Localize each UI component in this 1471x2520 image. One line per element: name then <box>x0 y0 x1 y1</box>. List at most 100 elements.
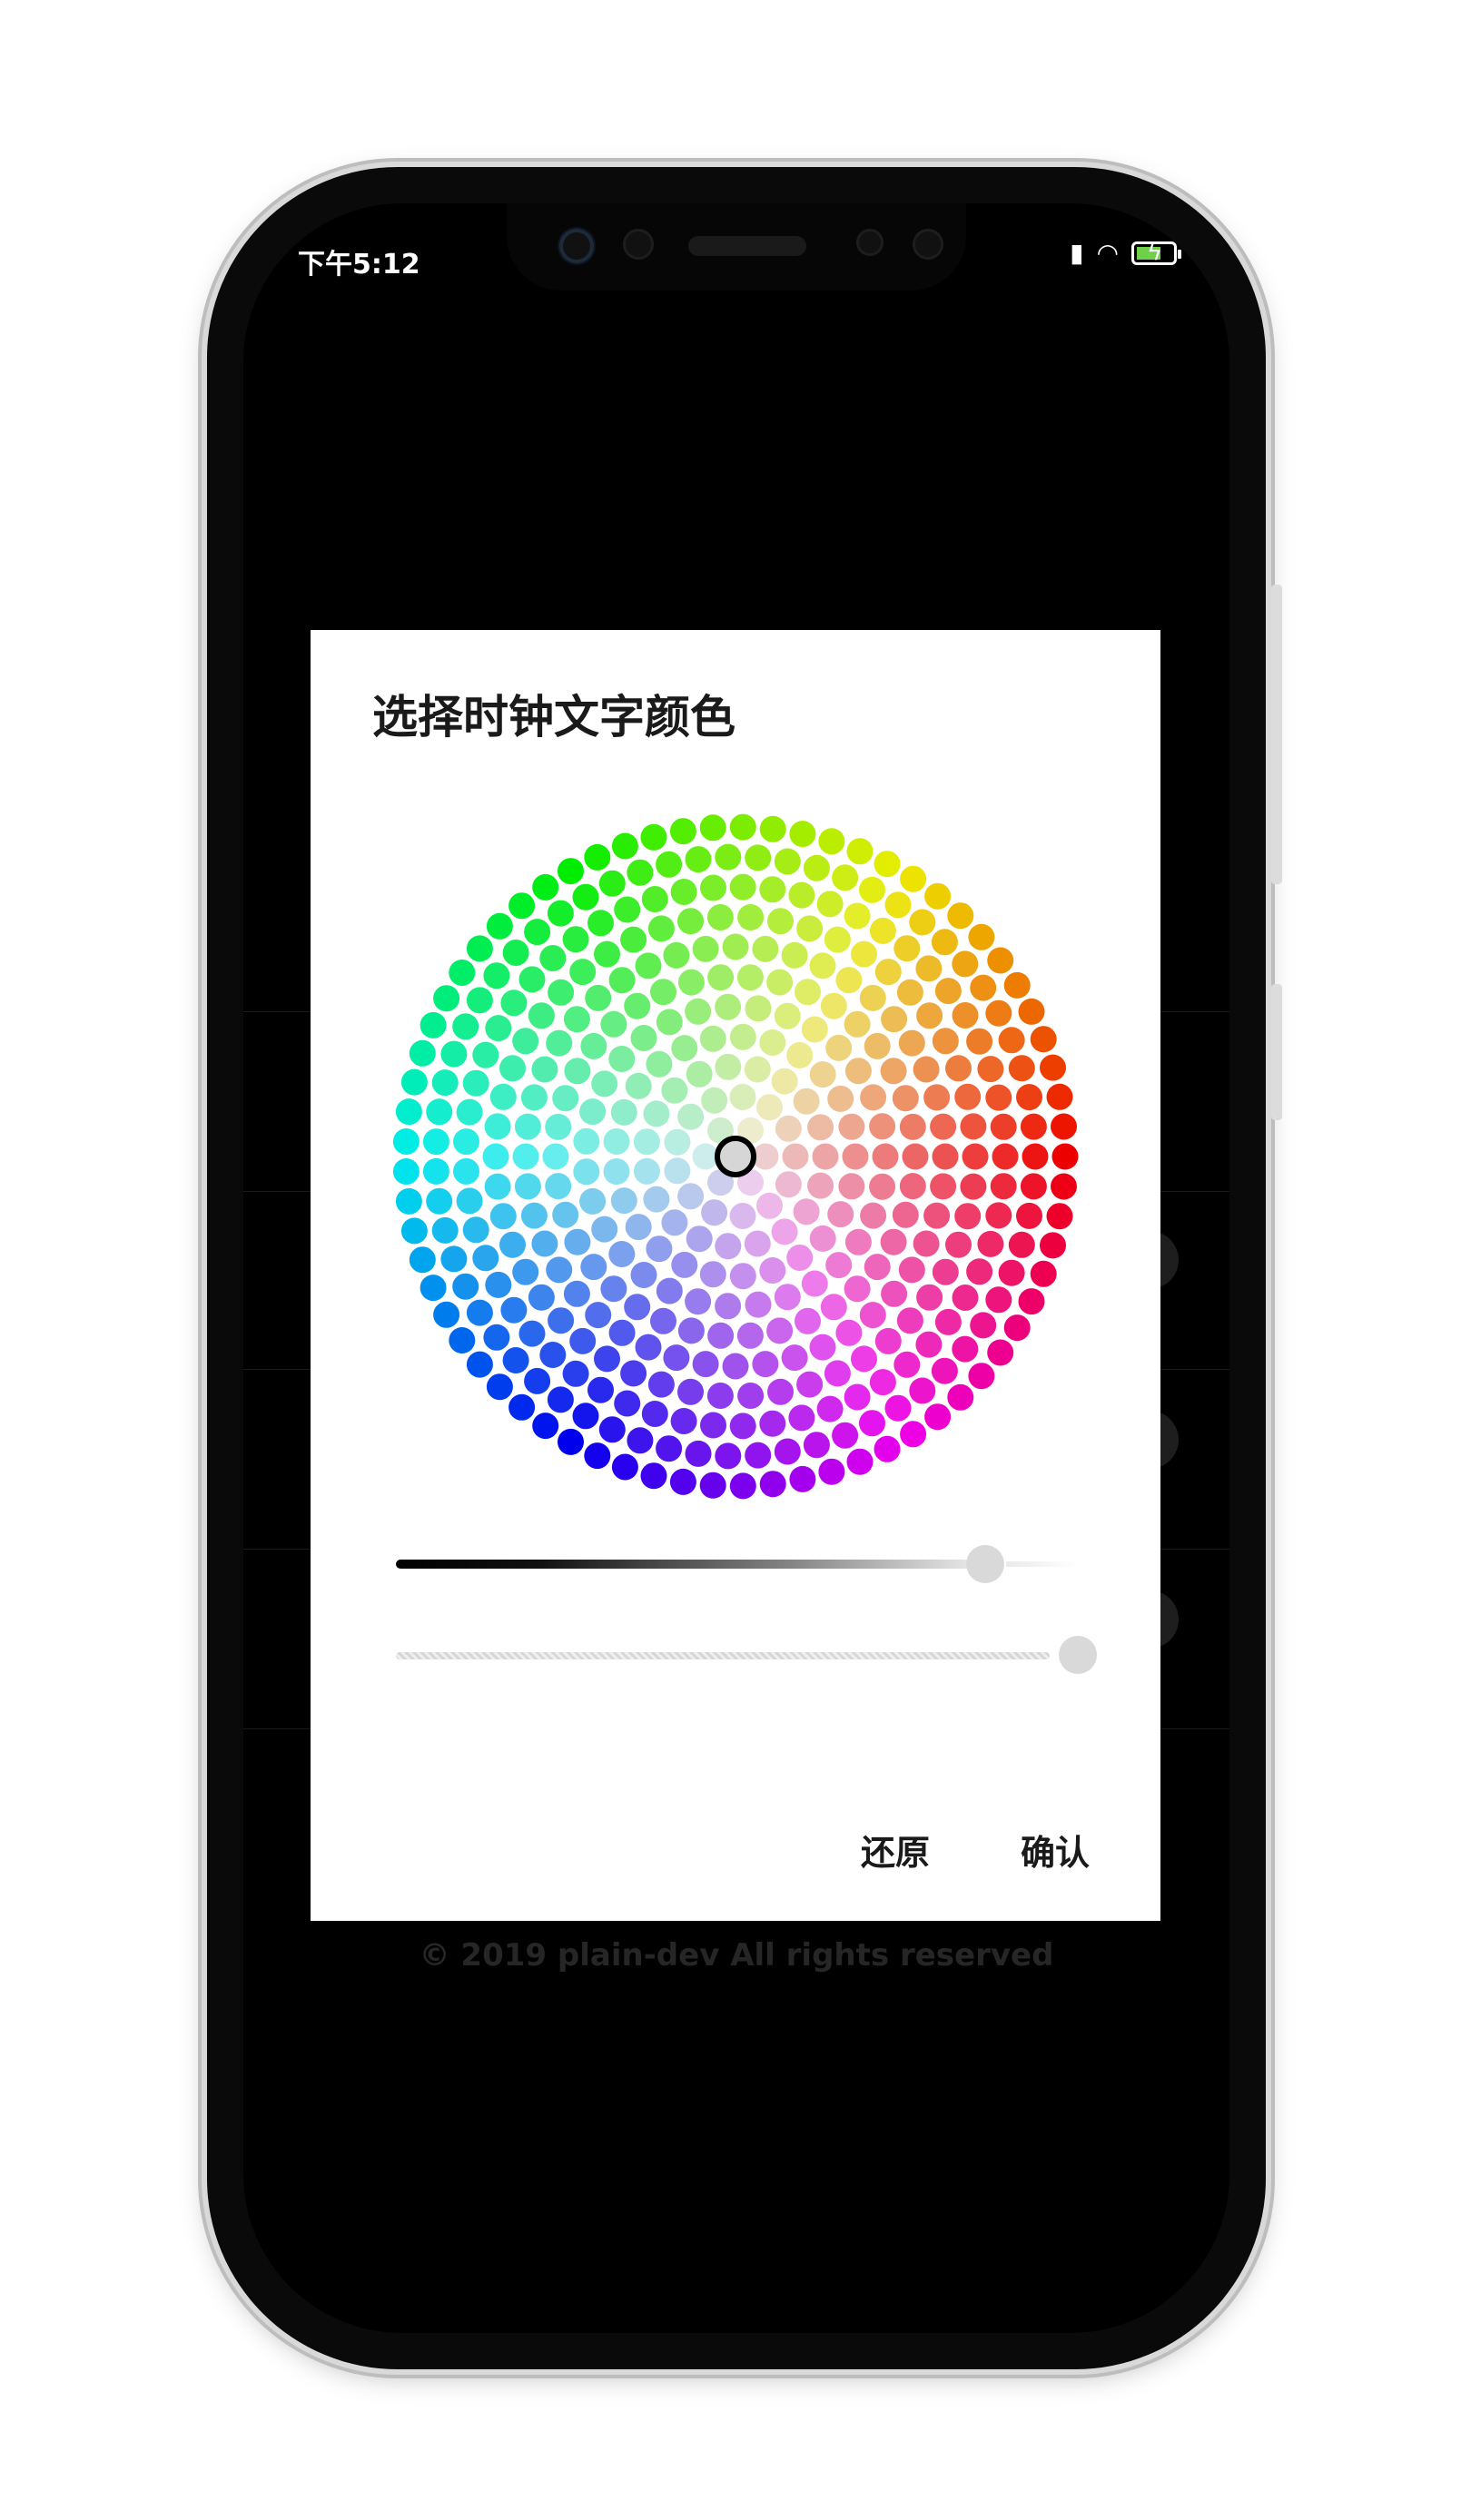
color-swatch-dot[interactable] <box>677 1378 704 1405</box>
color-swatch-dot[interactable] <box>486 912 513 940</box>
color-swatch-dot[interactable] <box>909 909 936 936</box>
color-swatch-dot[interactable] <box>864 1032 891 1059</box>
color-swatch-dot[interactable] <box>869 1369 896 1396</box>
color-swatch-dot[interactable] <box>482 1143 509 1170</box>
color-swatch-dot[interactable] <box>462 1216 489 1244</box>
color-swatch-dot[interactable] <box>630 1025 657 1051</box>
color-swatch-dot[interactable] <box>431 1069 459 1097</box>
color-swatch-dot[interactable] <box>484 1113 511 1140</box>
color-swatch-dot[interactable] <box>736 1322 764 1349</box>
color-swatch-dot[interactable] <box>656 1435 683 1462</box>
color-swatch-dot[interactable] <box>1003 971 1031 999</box>
color-swatch-dot[interactable] <box>860 1084 887 1111</box>
color-swatch-dot[interactable] <box>803 1432 830 1459</box>
color-swatch-dot[interactable] <box>900 1421 927 1448</box>
alpha-slider-thumb[interactable] <box>1059 1636 1097 1674</box>
color-swatch-dot[interactable] <box>947 902 974 930</box>
color-swatch-dot[interactable] <box>729 1472 756 1500</box>
color-swatch-dot[interactable] <box>608 1046 636 1072</box>
color-swatch-dot[interactable] <box>614 1390 641 1417</box>
color-swatch-dot[interactable] <box>744 1230 771 1257</box>
color-swatch-dot[interactable] <box>420 1275 447 1302</box>
color-swatch-dot[interactable] <box>771 1068 798 1095</box>
color-swatch-dot[interactable] <box>931 1357 958 1384</box>
color-swatch-dot[interactable] <box>624 1294 651 1321</box>
color-swatch-dot[interactable] <box>489 1203 517 1230</box>
color-swatch-dot[interactable] <box>539 945 567 971</box>
color-swatch-dot[interactable] <box>670 879 697 905</box>
color-swatch-dot[interactable] <box>677 908 704 935</box>
color-swatch-dot[interactable] <box>700 1412 726 1439</box>
color-swatch-dot[interactable] <box>512 1143 539 1170</box>
color-swatch-dot[interactable] <box>608 1319 636 1346</box>
color-swatch-dot[interactable] <box>558 1428 584 1455</box>
color-swatch-dot[interactable] <box>992 1143 1019 1170</box>
color-swatch-dot[interactable] <box>400 1068 428 1096</box>
color-swatch-dot[interactable] <box>1020 1113 1047 1140</box>
color-swatch-dot[interactable] <box>737 1383 765 1409</box>
color-swatch-dot[interactable] <box>633 1157 660 1185</box>
color-swatch-dot[interactable] <box>627 1427 654 1454</box>
color-swatch-dot[interactable] <box>598 870 626 897</box>
color-swatch-dot[interactable] <box>466 1351 493 1378</box>
color-swatch-dot[interactable] <box>893 1351 921 1378</box>
color-swatch-dot[interactable] <box>715 843 742 871</box>
color-swatch-dot[interactable] <box>1046 1203 1073 1230</box>
color-swatch-dot[interactable] <box>998 1027 1025 1054</box>
color-swatch-dot[interactable] <box>825 1034 853 1061</box>
color-swatch-dot[interactable] <box>987 1339 1014 1366</box>
color-swatch-dot[interactable] <box>781 941 808 969</box>
color-wheel[interactable] <box>390 812 1081 1501</box>
color-swatch-dot[interactable] <box>966 1258 993 1285</box>
color-swatch-dot[interactable] <box>1051 1173 1077 1200</box>
color-swatch-dot[interactable] <box>433 985 460 1012</box>
brightness-slider-thumb[interactable] <box>965 1545 1004 1583</box>
color-swatch-dot[interactable] <box>449 1327 476 1354</box>
color-swatch-dot[interactable] <box>584 843 611 871</box>
color-swatch-dot[interactable] <box>671 1251 698 1278</box>
color-swatch-dot[interactable] <box>820 992 847 1019</box>
color-swatch-dot[interactable] <box>899 1173 926 1200</box>
color-swatch-dot[interactable] <box>547 900 574 927</box>
color-swatch-dot[interactable] <box>775 1115 802 1142</box>
color-swatch-dot[interactable] <box>1046 1083 1073 1110</box>
color-swatch-dot[interactable] <box>608 967 636 994</box>
color-swatch-dot[interactable] <box>960 1173 987 1200</box>
color-swatch-dot[interactable] <box>600 1275 627 1303</box>
color-swatch-dot[interactable] <box>915 1331 943 1358</box>
color-swatch-dot[interactable] <box>669 1468 696 1495</box>
color-swatch-dot[interactable] <box>809 1225 836 1252</box>
color-swatch-dot[interactable] <box>630 1262 657 1288</box>
color-swatch-dot[interactable] <box>947 1383 974 1411</box>
color-swatch-dot[interactable] <box>489 1083 517 1110</box>
color-swatch-dot[interactable] <box>685 846 712 873</box>
color-swatch-dot[interactable] <box>759 815 786 842</box>
color-swatch-dot[interactable] <box>960 1113 987 1140</box>
color-swatch-dot[interactable] <box>985 999 1012 1027</box>
color-swatch-dot[interactable] <box>685 998 712 1025</box>
color-swatch-dot[interactable] <box>564 1228 591 1255</box>
color-swatch-dot[interactable] <box>788 881 815 909</box>
color-swatch-dot[interactable] <box>677 1183 705 1210</box>
color-swatch-dot[interactable] <box>520 1202 548 1229</box>
color-swatch-dot[interactable] <box>729 813 756 841</box>
color-swatch-dot[interactable] <box>752 1351 779 1378</box>
color-swatch-dot[interactable] <box>633 1128 660 1156</box>
color-swatch-dot[interactable] <box>1018 998 1045 1025</box>
color-swatch-dot[interactable] <box>842 1143 869 1170</box>
color-swatch-dot[interactable] <box>663 941 690 969</box>
color-swatch-dot[interactable] <box>809 952 836 979</box>
color-swatch-dot[interactable] <box>924 1403 952 1431</box>
color-swatch-dot[interactable] <box>807 1114 834 1141</box>
color-swatch-dot[interactable] <box>520 1084 548 1111</box>
color-swatch-dot[interactable] <box>766 1317 794 1344</box>
color-swatch-dot[interactable] <box>795 1307 821 1334</box>
color-swatch-dot[interactable] <box>663 1344 690 1372</box>
color-swatch-dot[interactable] <box>838 1173 865 1200</box>
color-swatch-dot[interactable] <box>759 1029 786 1056</box>
color-swatch-dot[interactable] <box>456 1187 483 1215</box>
color-swatch-dot[interactable] <box>962 1143 989 1170</box>
color-swatch-dot[interactable] <box>635 952 662 979</box>
color-swatch-dot[interactable] <box>485 1271 512 1298</box>
color-swatch-dot[interactable] <box>825 1252 853 1279</box>
